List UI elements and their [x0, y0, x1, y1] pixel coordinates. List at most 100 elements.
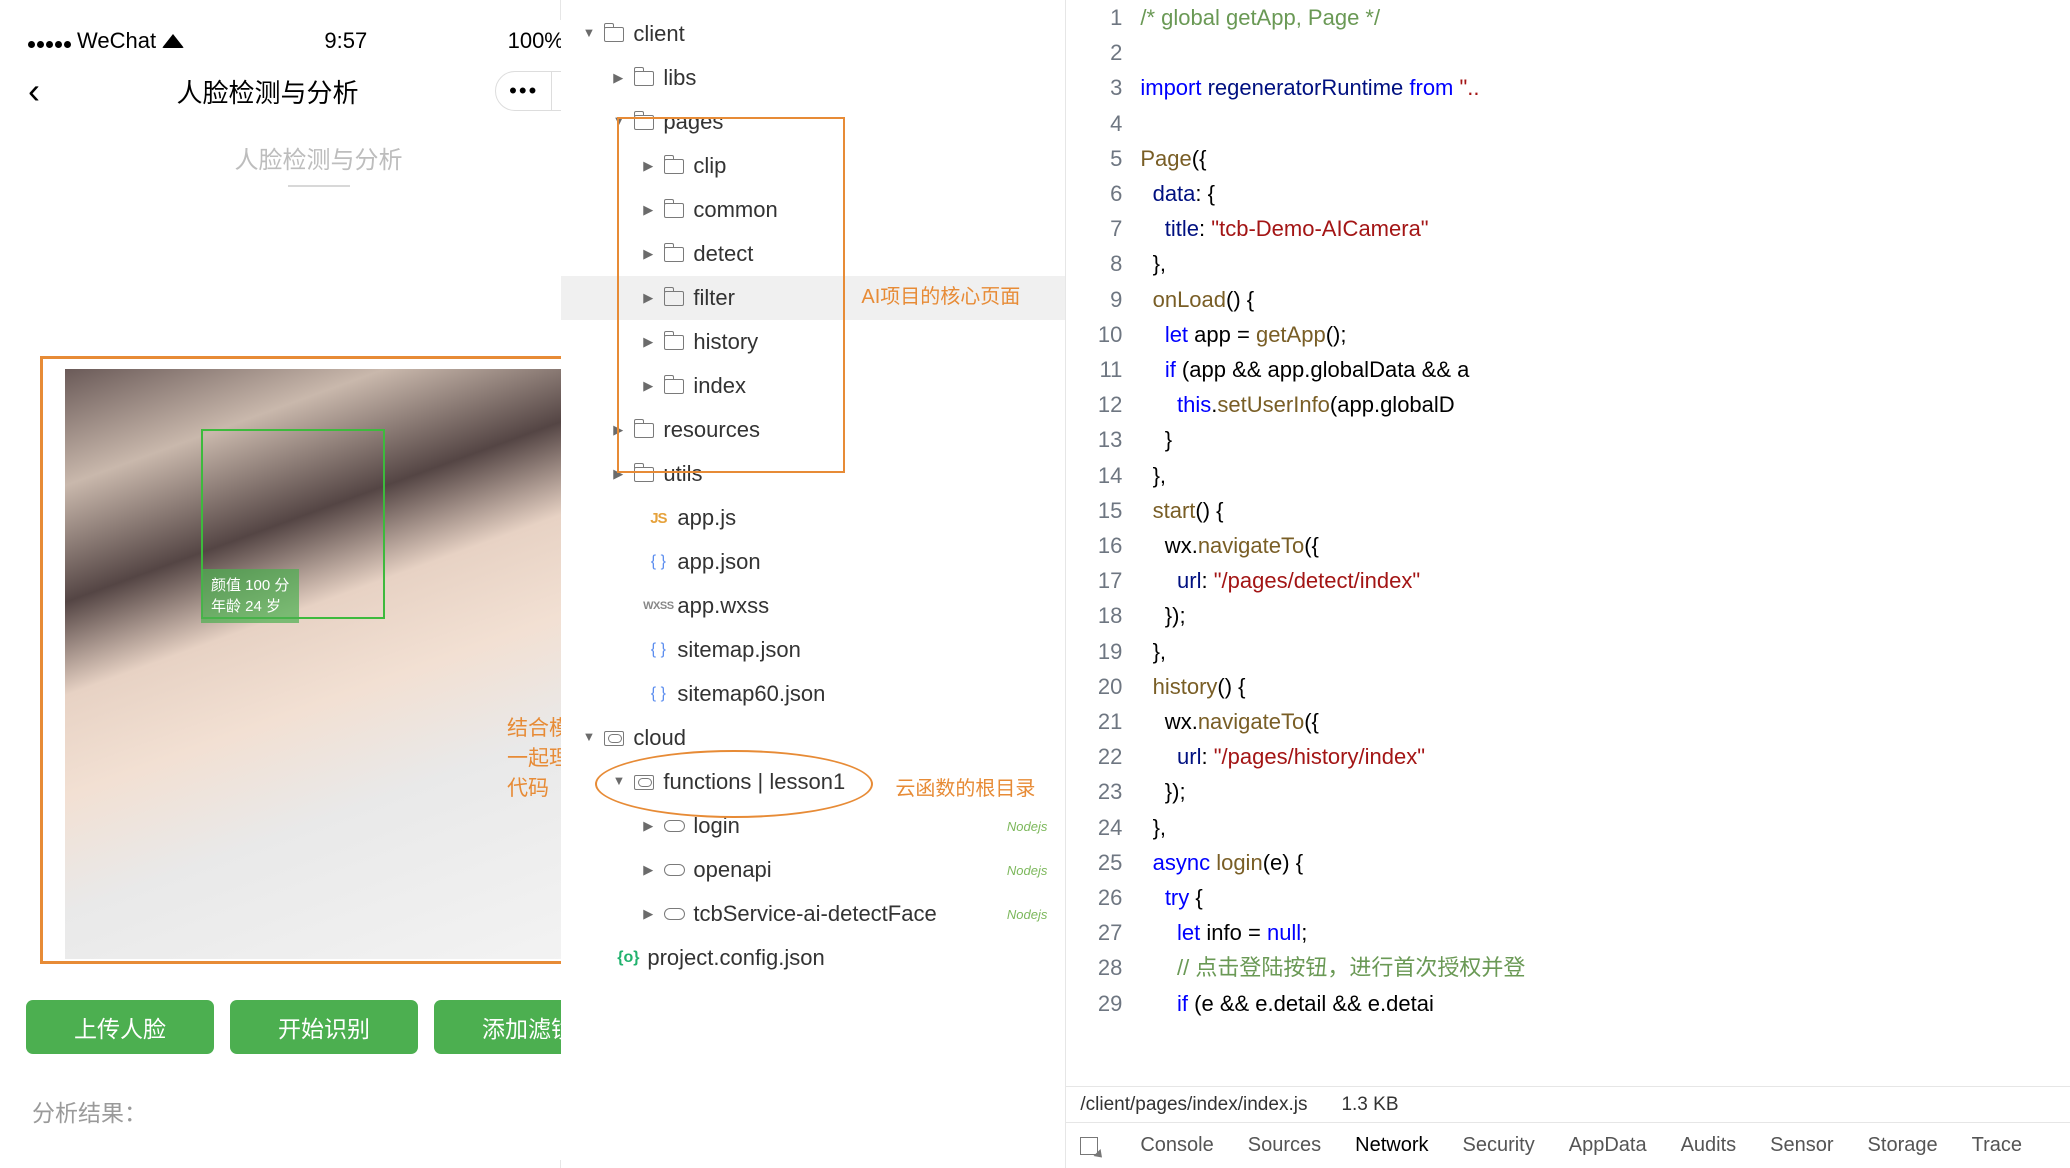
start-button[interactable]: 开始识别 — [230, 1000, 418, 1054]
tree-node[interactable]: common — [561, 188, 1065, 232]
expand-arrow-icon[interactable] — [641, 200, 655, 220]
line-number: 2 — [1066, 35, 1140, 70]
tree-node[interactable]: tcbService-ai-detectFaceNodejs — [561, 892, 1065, 936]
tree-node[interactable]: resources — [561, 408, 1065, 452]
tree-node-label: clip — [693, 153, 1065, 179]
json-file-icon: { } — [647, 683, 669, 705]
expand-arrow-icon[interactable] — [611, 773, 625, 791]
expand-arrow-icon[interactable] — [611, 420, 625, 440]
code-line[interactable]: if (e && e.detail && e.detai — [1140, 986, 1434, 1021]
tree-node[interactable]: {o}project.config.json — [561, 936, 1065, 980]
element-picker-icon[interactable] — [1080, 1137, 1098, 1155]
expand-arrow-icon[interactable] — [611, 464, 625, 484]
line-number: 22 — [1066, 739, 1140, 774]
more-icon[interactable]: ••• — [496, 72, 553, 110]
code-line[interactable]: if (app && app.globalData && a — [1140, 352, 1469, 387]
code-line[interactable]: let info = null; — [1140, 915, 1307, 950]
tree-node[interactable]: client — [561, 12, 1065, 56]
code-line[interactable]: import regeneratorRuntime from ".. — [1140, 70, 1479, 105]
devtools-tab[interactable]: Audits — [1681, 1134, 1737, 1156]
devtools-tab[interactable]: AppData — [1569, 1134, 1647, 1156]
devtools-tab[interactable]: Sensor — [1770, 1134, 1833, 1156]
code-line[interactable]: url: "/pages/detect/index" — [1140, 563, 1420, 598]
tree-node[interactable]: WXSSapp.wxss — [561, 584, 1065, 628]
code-line[interactable]: wx.navigateTo({ — [1140, 528, 1319, 563]
line-number: 29 — [1066, 986, 1140, 1021]
tree-node[interactable]: clip — [561, 144, 1065, 188]
code-line[interactable]: data: { — [1140, 176, 1215, 211]
devtools-tab[interactable]: Console — [1140, 1134, 1213, 1156]
tree-node[interactable]: index — [561, 364, 1065, 408]
devtools-tab[interactable]: Sources — [1248, 1134, 1321, 1156]
tree-node[interactable]: { }app.json — [561, 540, 1065, 584]
code-line[interactable]: let app = getApp(); — [1140, 317, 1346, 352]
expand-arrow-icon[interactable] — [641, 860, 655, 880]
code-line[interactable]: // 点击登陆按钮，进行首次授权并登 — [1140, 950, 1525, 985]
expand-arrow-icon[interactable] — [641, 288, 655, 308]
tree-node-label: pages — [663, 109, 1065, 135]
line-number: 23 — [1066, 774, 1140, 809]
tree-node[interactable]: utils — [561, 452, 1065, 496]
code-line[interactable]: }, — [1140, 246, 1166, 281]
code-line[interactable]: }, — [1140, 634, 1166, 669]
page-title: 人脸检测与分析 — [176, 73, 358, 110]
expand-arrow-icon[interactable] — [641, 156, 655, 176]
tree-node[interactable]: history — [561, 320, 1065, 364]
code-line[interactable]: }); — [1140, 598, 1185, 633]
tree-node-label: openapi — [693, 857, 1007, 883]
expand-arrow-icon[interactable] — [641, 332, 655, 352]
line-number: 13 — [1066, 422, 1140, 457]
cloud-icon — [663, 903, 685, 925]
code-line[interactable]: async login(e) { — [1140, 845, 1303, 880]
tree-node[interactable]: cloud — [561, 716, 1065, 760]
code-line[interactable]: }, — [1140, 458, 1166, 493]
face-age: 年龄 24 岁 — [211, 596, 289, 617]
file-tree-panel: clientlibspagesclipcommondetectfilterhis… — [561, 0, 1066, 1168]
expand-arrow-icon[interactable] — [581, 25, 595, 43]
code-line[interactable]: } — [1140, 422, 1172, 457]
line-number: 19 — [1066, 634, 1140, 669]
tree-node[interactable]: libs — [561, 56, 1065, 100]
folder-icon — [633, 111, 655, 133]
upload-button[interactable]: 上传人脸 — [26, 1000, 214, 1054]
battery-label: 100% — [508, 28, 564, 53]
file-status-bar: /client/pages/index/index.js 1.3 KB — [1066, 1086, 2070, 1122]
json-file-icon: { } — [647, 639, 669, 661]
devtools-tab[interactable]: Network — [1355, 1134, 1428, 1156]
devtools-tab[interactable]: Security — [1462, 1134, 1534, 1156]
code-line[interactable]: title: "tcb-Demo-AICamera" — [1140, 211, 1428, 246]
code-line[interactable]: this.setUserInfo(app.globalD — [1140, 387, 1454, 422]
code-line[interactable]: wx.navigateTo({ — [1140, 704, 1319, 739]
code-line[interactable]: start() { — [1140, 493, 1223, 528]
expand-arrow-icon[interactable] — [641, 904, 655, 924]
tree-node[interactable]: detect — [561, 232, 1065, 276]
code-line[interactable]: history() { — [1140, 669, 1245, 704]
folder-icon — [633, 67, 655, 89]
code-line[interactable]: /* global getApp, Page */ — [1140, 0, 1380, 35]
code-line[interactable]: try { — [1140, 880, 1202, 915]
expand-arrow-icon[interactable] — [641, 816, 655, 836]
code-area[interactable]: 1/* global getApp, Page */23import regen… — [1066, 0, 2070, 1086]
tree-node[interactable]: { }sitemap.json — [561, 628, 1065, 672]
code-line[interactable]: }, — [1140, 810, 1166, 845]
code-line[interactable]: Page({ — [1140, 141, 1206, 176]
tree-node[interactable]: { }sitemap60.json — [561, 672, 1065, 716]
expand-arrow-icon[interactable] — [611, 68, 625, 88]
code-line[interactable]: }); — [1140, 774, 1185, 809]
tree-node[interactable]: openapiNodejs — [561, 848, 1065, 892]
back-button[interactable]: ‹ — [28, 73, 40, 109]
expand-arrow-icon[interactable] — [611, 113, 625, 131]
line-number: 5 — [1066, 141, 1140, 176]
code-line[interactable]: url: "/pages/history/index" — [1140, 739, 1425, 774]
simulator-panel: WeChat 9:57 100% ‹ 人脸检测与分析 ••• 人脸检测与分析 颜… — [0, 0, 561, 1168]
tree-node[interactable]: JSapp.js — [561, 496, 1065, 540]
devtools-tab[interactable]: Trace — [1972, 1134, 2022, 1156]
code-line[interactable]: onLoad() { — [1140, 282, 1254, 317]
tree-node[interactable]: loginNodejs — [561, 804, 1065, 848]
expand-arrow-icon[interactable] — [581, 729, 595, 747]
expand-arrow-icon[interactable] — [641, 244, 655, 264]
tree-node-label: client — [633, 21, 1065, 47]
devtools-tab[interactable]: Storage — [1868, 1134, 1938, 1156]
tree-node[interactable]: pages — [561, 100, 1065, 144]
expand-arrow-icon[interactable] — [641, 376, 655, 396]
